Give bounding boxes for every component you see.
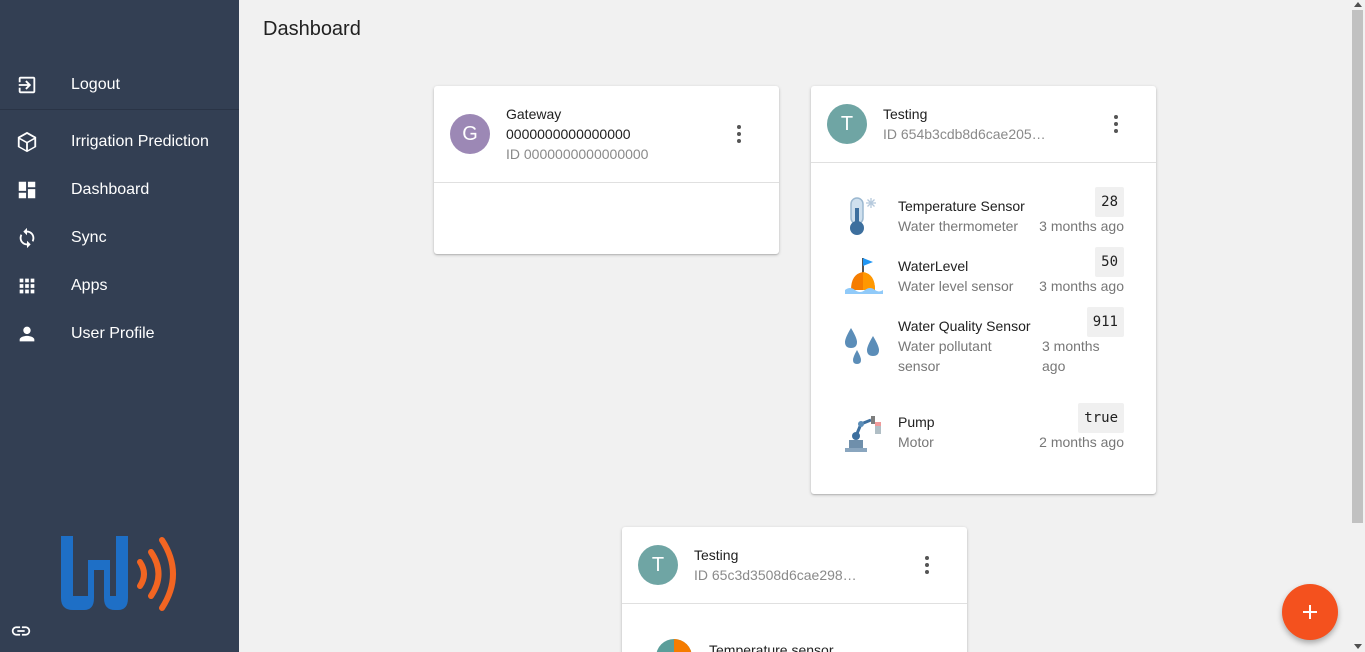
scroll-up-icon[interactable] — [1354, 2, 1362, 7]
dashboard-icon — [16, 179, 38, 201]
card-title: Testing — [694, 547, 739, 563]
more-menu-button[interactable] — [727, 122, 751, 146]
sidebar-item-apps[interactable]: Apps — [0, 262, 239, 310]
sensor-item[interactable]: Temperature Sensor Water thermometer 28 … — [811, 186, 1156, 242]
sensor-timestamp: 3 months ago — [1039, 278, 1124, 294]
scrollbar[interactable] — [1350, 0, 1365, 652]
sidebar-item-label: User Profile — [71, 325, 155, 342]
sensor-name: Pump — [898, 414, 935, 430]
sidebar-item-irrigation-prediction[interactable]: Irrigation Prediction — [0, 118, 239, 166]
sidebar-item-logout[interactable]: Logout — [0, 61, 239, 109]
water-drops-icon — [841, 324, 885, 368]
card-subtitle: 0000000000000000 — [506, 126, 631, 142]
card-id: ID 65c3d3508d6cae298… — [694, 567, 857, 583]
sidebar-item-sync[interactable]: Sync — [0, 214, 239, 262]
thermometer-icon — [652, 635, 696, 652]
card-header: T Testing ID 654b3cdb8d6cae205… — [811, 86, 1156, 163]
sensor-value: 28 — [1095, 187, 1124, 217]
card-header: G Gateway 0000000000000000 ID 0000000000… — [434, 86, 779, 183]
link-icon[interactable] — [10, 620, 32, 642]
dot-icon — [737, 132, 741, 136]
sensor-item[interactable]: Water Quality Sensor Water pollutant sen… — [811, 306, 1156, 386]
scroll-down-icon[interactable] — [1354, 644, 1362, 649]
sidebar-item-label: Irrigation Prediction — [71, 133, 209, 150]
card-id: ID 654b3cdb8d6cae205… — [883, 126, 1046, 142]
sensor-value: 911 — [1086, 307, 1124, 337]
sensor-name: Temperature Sensor — [898, 198, 1025, 214]
avatar: T — [827, 104, 867, 144]
dot-icon — [737, 139, 741, 143]
sensor-item[interactable]: Pump Motor true 2 months ago — [811, 402, 1156, 458]
person-icon — [16, 323, 38, 345]
sidebar: Logout Irrigation Prediction Dashboard S… — [0, 0, 239, 652]
card-header: T Testing ID 65c3d3508d6cae298… — [622, 527, 967, 604]
dot-icon — [925, 556, 929, 560]
sensor-type: Motor — [898, 434, 934, 450]
dot-icon — [925, 563, 929, 567]
card-title: Gateway — [506, 106, 562, 122]
sensor-timestamp: 2 months ago — [1039, 434, 1124, 450]
sensor-item[interactable]: Temperature sensor — [622, 627, 967, 652]
card-title: Testing — [883, 106, 928, 122]
more-menu-button[interactable] — [1104, 112, 1128, 136]
scroll-thumb[interactable] — [1352, 10, 1363, 523]
buoy-icon — [841, 254, 885, 298]
avatar: G — [450, 114, 490, 154]
dot-icon — [1114, 122, 1118, 126]
avatar: T — [638, 545, 678, 585]
sidebar-divider — [0, 109, 239, 110]
sidebar-item-dashboard[interactable]: Dashboard — [0, 166, 239, 214]
gateway-card: G Gateway 0000000000000000 ID 0000000000… — [434, 86, 779, 254]
sidebar-item-label: Dashboard — [71, 181, 150, 198]
plus-icon — [1303, 605, 1317, 619]
sensor-value: true — [1078, 403, 1124, 433]
sidebar-item-label: Sync — [71, 229, 107, 246]
sensor-timestamp: 3 months ago — [1042, 338, 1100, 374]
page-title: Dashboard — [263, 18, 361, 40]
sensor-name: Temperature sensor — [709, 642, 834, 652]
sensor-timestamp: 3 months ago — [1039, 218, 1124, 234]
sensor-type: Water thermometer — [898, 218, 1019, 234]
dot-icon — [925, 570, 929, 574]
sensor-type: Water pollutant sensor — [898, 338, 992, 374]
dot-icon — [1114, 129, 1118, 133]
sensor-name: Water Quality Sensor — [898, 318, 1031, 334]
more-menu-button[interactable] — [915, 553, 939, 577]
sidebar-item-label: Logout — [71, 76, 120, 93]
dot-icon — [737, 125, 741, 129]
sensor-item[interactable]: WaterLevel Water level sensor 50 3 month… — [811, 246, 1156, 302]
thermometer-icon — [841, 194, 885, 238]
sensor-value: 50 — [1095, 247, 1124, 277]
sidebar-item-label: Apps — [71, 277, 108, 294]
card-id: ID 0000000000000000 — [506, 146, 649, 162]
sensor-name: WaterLevel — [898, 258, 969, 274]
cube-icon — [16, 131, 38, 153]
testing-card: T Testing ID 654b3cdb8d6cae205… Temperat… — [811, 86, 1156, 494]
sidebar-item-user-profile[interactable]: User Profile — [0, 310, 239, 358]
apps-grid-icon — [16, 275, 38, 297]
robot-arm-icon — [841, 410, 885, 454]
sync-icon — [16, 227, 38, 249]
dot-icon — [1114, 115, 1118, 119]
add-button[interactable] — [1282, 584, 1338, 640]
testing-card: T Testing ID 65c3d3508d6cae298… Temperat… — [622, 527, 967, 652]
logout-icon — [16, 74, 38, 96]
app-logo — [58, 532, 183, 614]
sensor-type: Water level sensor — [898, 278, 1014, 294]
